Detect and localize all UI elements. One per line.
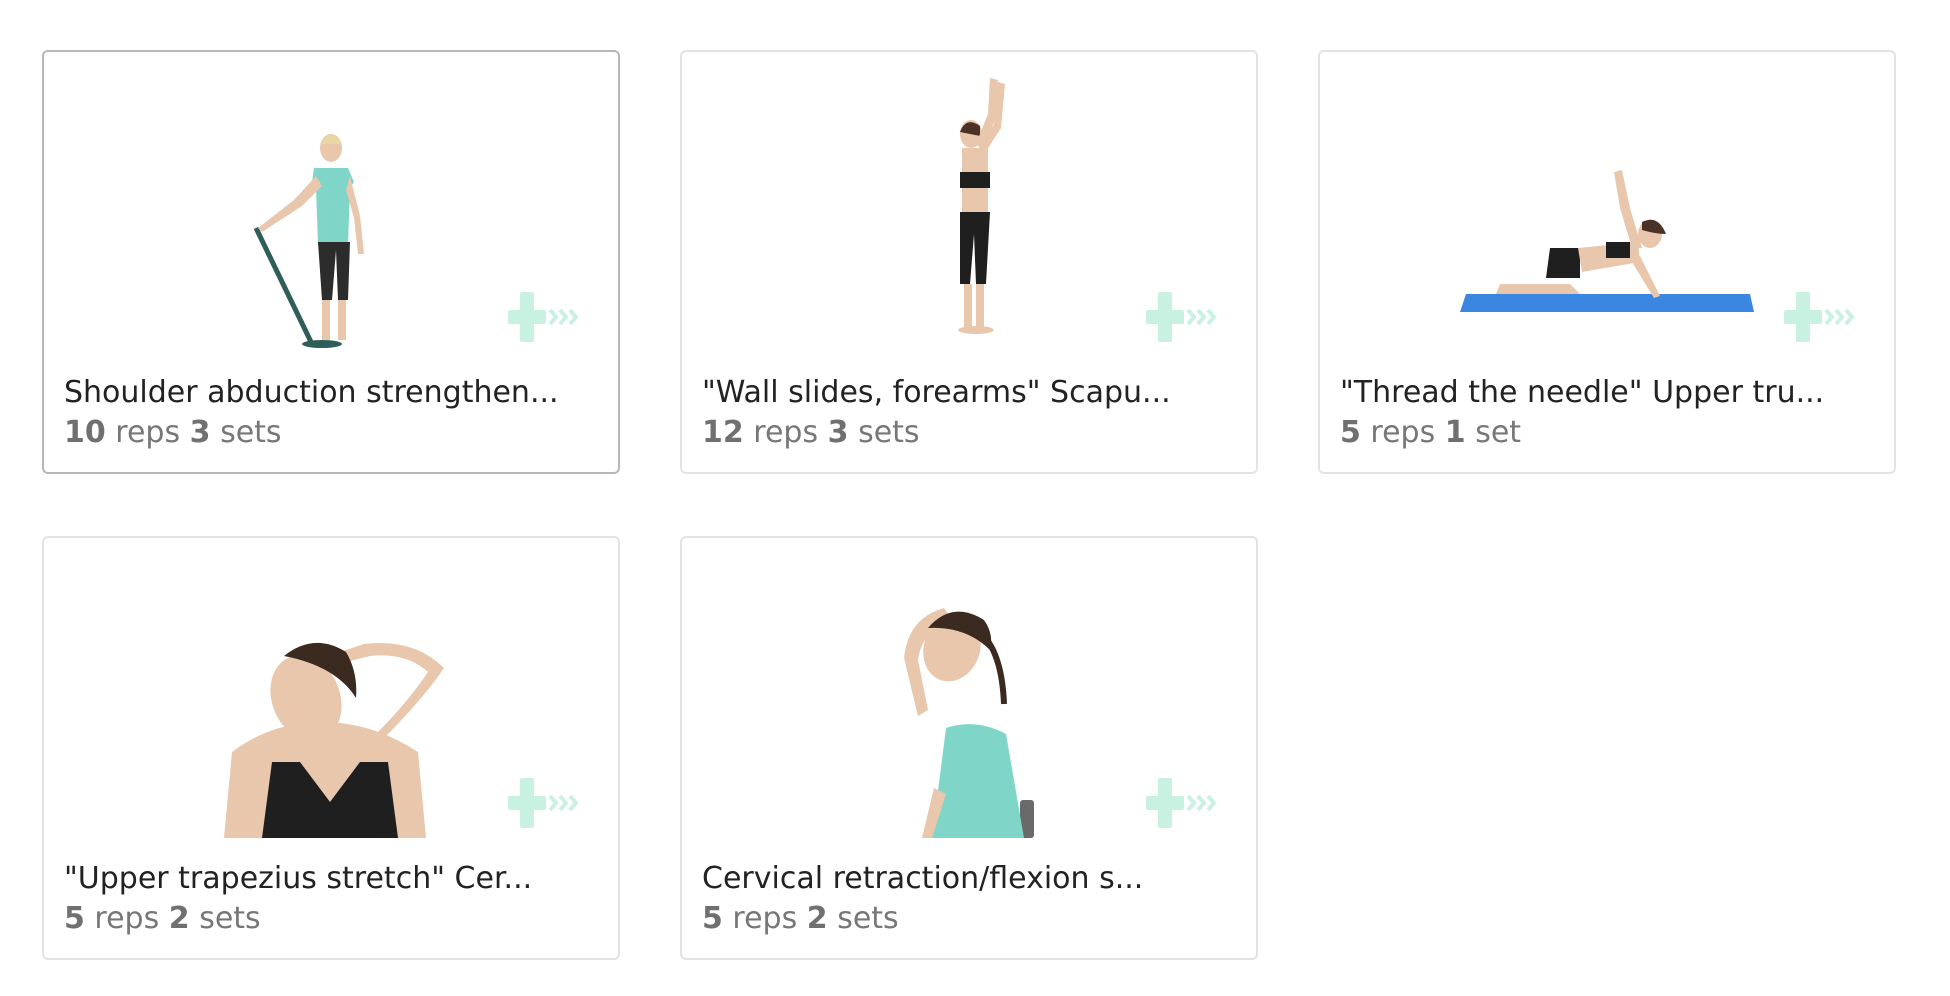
plus-logo-icon [508,778,579,828]
exercise-card[interactable]: "Upper trapezius stretch" Cer... 5 reps … [42,536,620,960]
sets-label: sets [220,415,282,450]
sets-label: sets [837,901,899,936]
sets-count: 3 [189,415,211,450]
reps-count: 10 [64,415,106,450]
plus-logo-icon [1146,292,1217,342]
exercise-dosage: 5 reps 2 sets [64,900,261,938]
reps-count: 12 [702,415,744,450]
exercise-card[interactable]: Shoulder abduction strengthen... 10 reps… [42,50,620,474]
exercise-title: "Wall slides, forearms" Scapu... [702,375,1171,410]
reps-label: reps [115,415,181,450]
exercise-title: "Thread the needle" Upper tru... [1340,375,1825,410]
exercise-thumbnail [1320,52,1894,352]
plus-logo-icon [508,292,579,342]
exercise-dosage: 12 reps 3 sets [702,414,920,452]
sets-label: set [1475,415,1522,450]
reps-label: reps [1370,415,1436,450]
exercise-grid: Shoulder abduction strengthen... 10 reps… [42,50,1902,960]
exercise-thumbnail [44,52,618,352]
sets-count: 2 [806,901,828,936]
sets-count: 2 [168,901,190,936]
exercise-title: Shoulder abduction strengthen... [64,375,559,410]
exercise-thumbnail [682,52,1256,352]
exercise-dosage: 10 reps 3 sets [64,414,282,452]
reps-label: reps [732,901,798,936]
exercise-dosage: 5 reps 1 set [1340,414,1521,452]
sets-label: sets [199,901,261,936]
sets-label: sets [858,415,920,450]
reps-label: reps [753,415,819,450]
exercise-thumbnail [44,538,618,838]
reps-label: reps [94,901,160,936]
exercise-card[interactable]: Cervical retraction/flexion s... 5 reps … [680,536,1258,960]
exercise-card[interactable]: "Wall slides, forearms" Scapu... 12 reps… [680,50,1258,474]
reps-count: 5 [64,901,85,936]
exercise-thumbnail [682,538,1256,838]
reps-count: 5 [702,901,723,936]
reps-count: 5 [1340,415,1361,450]
sets-count: 1 [1444,415,1466,450]
plus-logo-icon [1784,292,1855,342]
exercise-title: "Upper trapezius stretch" Cer... [64,861,533,896]
plus-logo-icon [1146,778,1217,828]
sets-count: 3 [827,415,849,450]
exercise-title: Cervical retraction/flexion s... [702,861,1144,896]
exercise-dosage: 5 reps 2 sets [702,900,899,938]
exercise-card[interactable]: "Thread the needle" Upper tru... 5 reps … [1318,50,1896,474]
